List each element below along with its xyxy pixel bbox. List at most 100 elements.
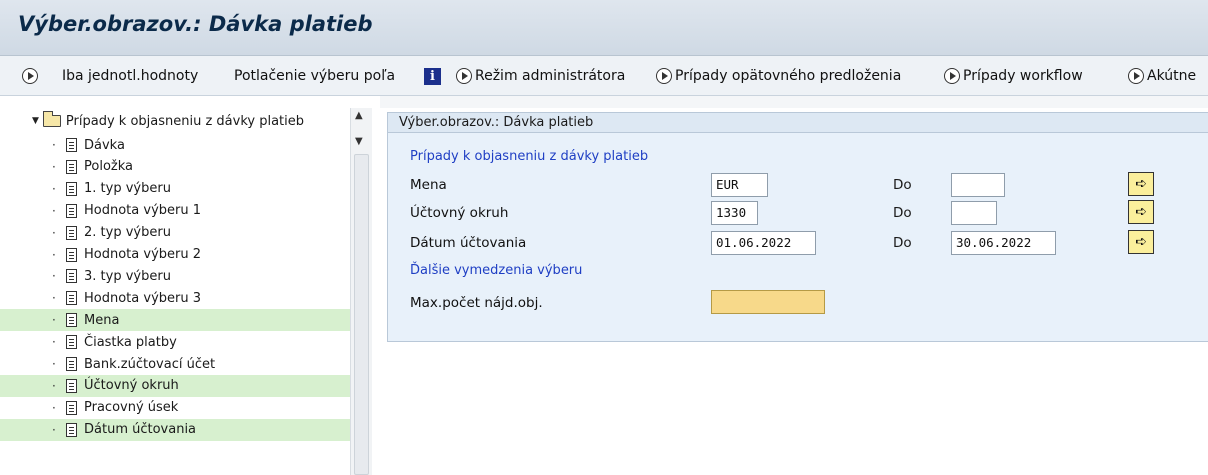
document-icon [66, 422, 77, 437]
window-titlebar: Výber.obrazov.: Dávka platieb [0, 0, 1208, 56]
posting-date-label: Dátum účtovania [410, 235, 527, 251]
tree-bullet: · [52, 269, 56, 284]
tree-item[interactable]: · Hodnota výberu 3 [0, 287, 372, 309]
folder-icon [42, 111, 61, 127]
tree-item[interactable]: · Dávka [0, 134, 372, 156]
tree-item-label: 1. typ výberu [84, 181, 171, 197]
company-code-to-label: Do [893, 205, 912, 221]
tree-item[interactable]: · 3. typ výberu [0, 265, 372, 287]
divider [380, 96, 1208, 108]
application-toolbar: Iba jednotl.hodnoty Potlačenie výberu po… [0, 56, 1208, 96]
tree-bullet: · [52, 247, 56, 262]
expand-triangle-icon[interactable]: ▼ [32, 116, 39, 126]
max-hits-label: Max.počet nájd.obj. [410, 295, 543, 311]
tree-item-label: 2. typ výberu [84, 225, 171, 241]
company-code-label: Účtovný okruh [410, 205, 509, 221]
document-icon [66, 203, 77, 218]
tree-bullet: · [52, 181, 56, 196]
tree-bullet: · [52, 138, 56, 152]
resubmission-cases-button[interactable]: Prípady opätovného predloženia [656, 56, 902, 95]
tree-item[interactable]: · Čiastka platby [0, 331, 372, 353]
single-values-button[interactable]: Iba jednotl.hodnoty [62, 56, 199, 95]
scroll-up-icon[interactable]: ▲ [355, 110, 363, 121]
tree-item[interactable]: · 2. typ výberu [0, 222, 372, 244]
tree-item-label: Pracovný úsek [84, 400, 179, 416]
tree-item[interactable]: · Hodnota výberu 1 [0, 200, 372, 222]
panel-header: Výber.obrazov.: Dávka platieb [388, 113, 1208, 133]
document-icon [66, 181, 77, 196]
info-button[interactable]: i [424, 56, 441, 95]
document-icon [66, 138, 77, 152]
posting-date-to-label: Do [893, 235, 912, 251]
tree-item[interactable]: · Pracovný úsek [0, 397, 372, 419]
tree-item-label: Hodnota výberu 1 [84, 203, 201, 219]
multiple-selection-button[interactable] [1128, 172, 1154, 196]
document-icon [66, 400, 77, 415]
urgent-button[interactable]: Akútne [1128, 56, 1197, 95]
scroll-down-icon[interactable]: ▼ [355, 136, 363, 147]
execute-icon [1128, 68, 1144, 84]
workflow-cases-button[interactable]: Prípady workflow [944, 56, 1083, 95]
tree-bullet: · [52, 357, 56, 371]
tree-item-label: Mena [84, 312, 120, 328]
max-hits-field[interactable] [711, 290, 825, 314]
posting-date-from-field[interactable]: 01.06.2022 [711, 231, 816, 255]
tree-item-label: Položka [84, 159, 133, 175]
document-icon [66, 291, 77, 306]
execute-icon [656, 68, 672, 84]
single-values-label: Iba jednotl.hodnoty [62, 68, 199, 84]
tree-root-node[interactable]: ▼ Prípady k objasneniu z dávky platieb [0, 110, 360, 132]
tree-bullet: · [52, 378, 56, 393]
currency-to-label: Do [893, 177, 912, 193]
urgent-label: Akútne [1147, 68, 1197, 84]
document-icon [66, 378, 77, 393]
tree-item-label: Dátum účtovania [84, 422, 197, 438]
tree-bullet: · [52, 291, 56, 306]
tree-item[interactable]: · Bank.zúčtovací účet [0, 353, 372, 375]
tree-item[interactable]: · Mena [0, 309, 372, 332]
tree-item-label: Hodnota výberu 3 [84, 290, 201, 306]
currency-from-field[interactable]: EUR [711, 173, 768, 197]
tree-scrollbar[interactable]: ▲ ▼ [350, 108, 372, 475]
window-title: Výber.obrazov.: Dávka platieb [18, 12, 373, 36]
currency-label: Mena [410, 177, 447, 193]
tree-item-label: Účtovný okruh [84, 378, 179, 394]
tree-item[interactable]: · Hodnota výberu 2 [0, 244, 372, 266]
multiple-selection-button[interactable] [1128, 200, 1154, 224]
info-icon: i [424, 67, 441, 85]
execute-icon [456, 68, 472, 84]
tree-bullet: · [52, 203, 56, 218]
tree-item-label: Čiastka platby [84, 334, 177, 350]
currency-to-field[interactable] [951, 173, 1005, 197]
multiple-selection-button[interactable] [1128, 230, 1154, 254]
suppress-field-selection-button[interactable]: Potlačenie výberu poľa [234, 56, 395, 95]
execute-button[interactable] [22, 56, 41, 95]
resubmission-cases-label: Prípady opätovného predloženia [675, 68, 902, 84]
arrow-right-icon [1134, 202, 1148, 212]
admin-mode-button[interactable]: Režim administrátora [456, 56, 626, 95]
company-code-to-field[interactable] [951, 201, 997, 225]
document-icon [66, 269, 77, 284]
tree-bullet: · [52, 422, 56, 437]
document-icon [66, 313, 77, 328]
tree-bullet: · [52, 225, 56, 240]
tree-item-label: Hodnota výberu 2 [84, 247, 201, 262]
tree-bullet: · [52, 159, 56, 174]
tree-item[interactable]: · Položka [0, 156, 372, 178]
tree-root-label: Prípady k objasneniu z dávky platieb [65, 113, 305, 129]
company-code-from-field[interactable]: 1330 [711, 201, 758, 225]
group-title-further-restrictions: Ďalšie vymedzenia výberu [410, 263, 583, 278]
selection-screen-panel: Výber.obrazov.: Dávka platieb Prípady k … [387, 112, 1208, 342]
workflow-cases-label: Prípady workflow [963, 68, 1083, 84]
document-icon [66, 357, 77, 371]
posting-date-to-field[interactable]: 30.06.2022 [951, 231, 1056, 255]
admin-mode-label: Režim administrátora [475, 68, 626, 84]
tree-bullet: · [52, 400, 56, 415]
arrow-right-icon [1134, 174, 1148, 184]
tree-item[interactable]: · Účtovný okruh [0, 374, 372, 397]
execute-icon [944, 68, 960, 84]
scrollbar-thumb[interactable] [354, 154, 369, 475]
tree-item[interactable]: · Dátum účtovania [0, 418, 372, 441]
document-icon [66, 247, 77, 262]
tree-item[interactable]: · 1. typ výberu [0, 178, 372, 200]
